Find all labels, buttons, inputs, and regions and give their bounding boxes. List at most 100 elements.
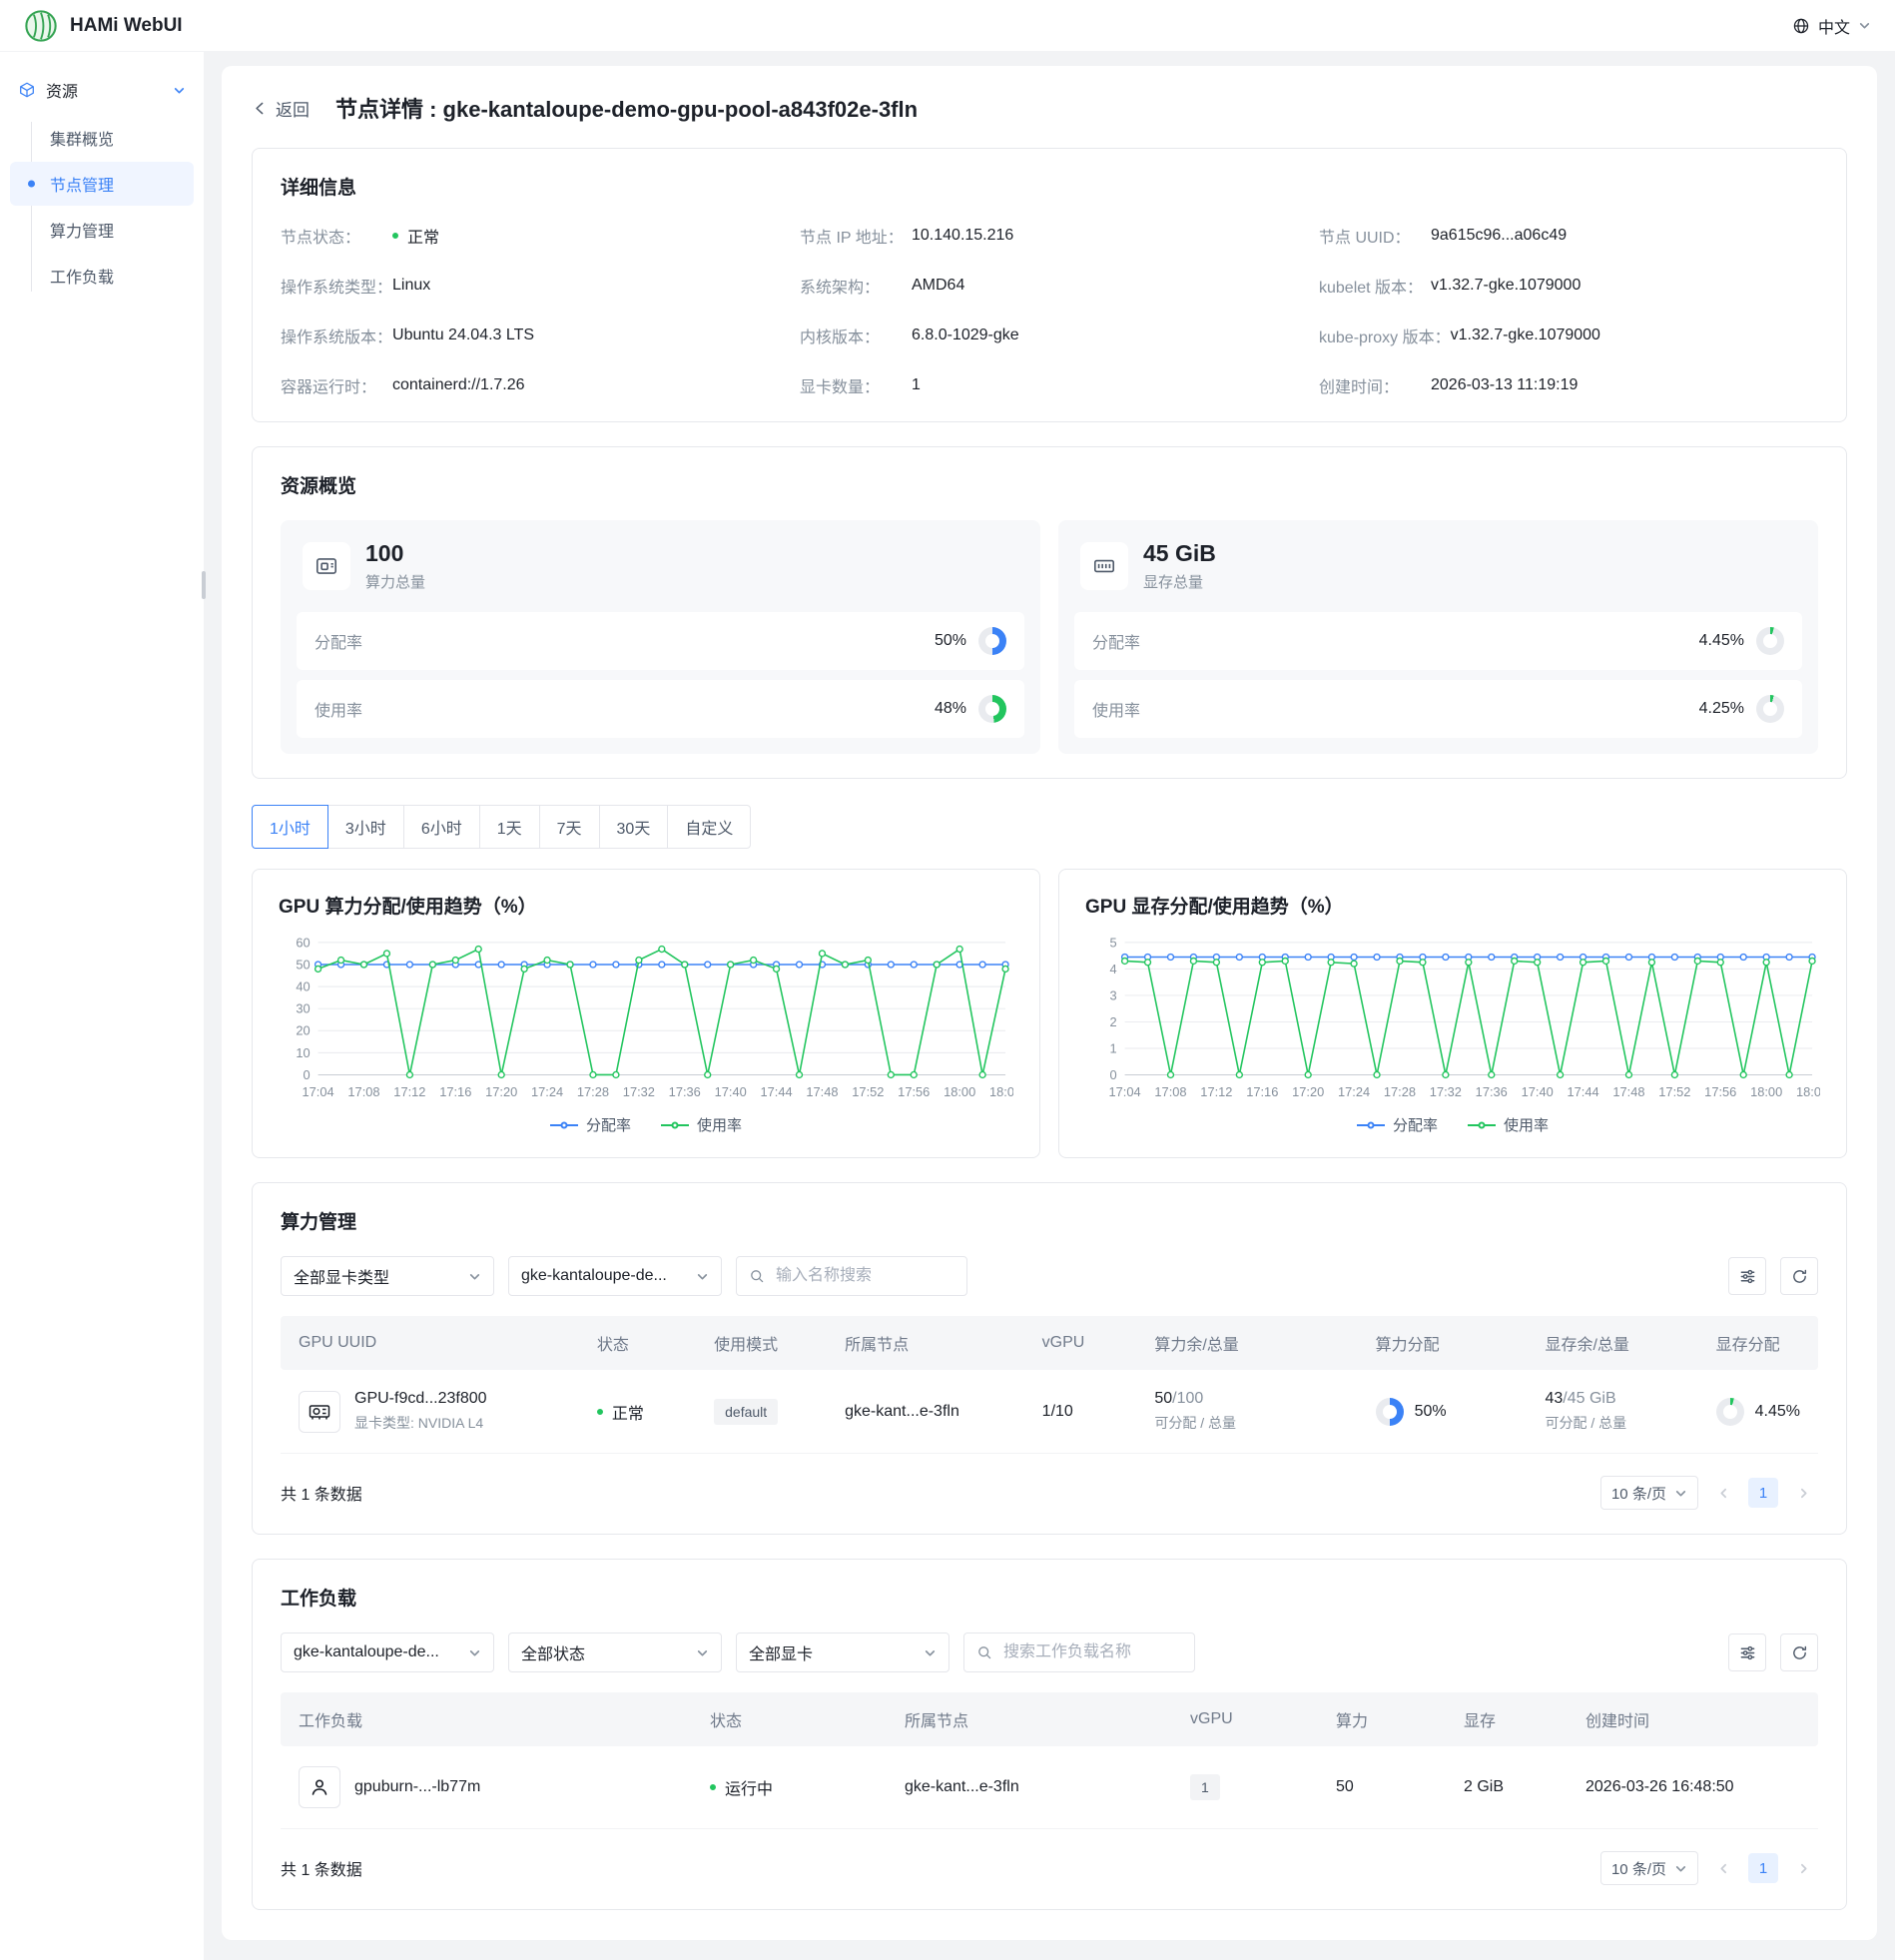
gpu-type-select[interactable]: 全部显卡类型 bbox=[281, 1256, 494, 1296]
legend-usage[interactable]: 使用率 bbox=[661, 1114, 742, 1135]
col-mode: 使用模式 bbox=[696, 1316, 827, 1370]
refresh-button[interactable] bbox=[1780, 1257, 1818, 1295]
prev-page-button[interactable] bbox=[1708, 1478, 1738, 1508]
page-size-select[interactable]: 10 条/页 bbox=[1600, 1476, 1698, 1510]
page-title: 节点详情 : gke-kantaloupe-demo-gpu-pool-a843… bbox=[335, 92, 918, 124]
workload-name-link[interactable]: gpuburn-...-lb77m bbox=[354, 1778, 480, 1796]
field-kubelet-version: kubelet 版本： v1.32.7-gke.1079000 bbox=[1319, 274, 1818, 298]
status-text: 正常 bbox=[407, 224, 439, 248]
gpu-node-cell: gke-kant...e-3fln bbox=[827, 1370, 1024, 1454]
page-size-select[interactable]: 10 条/页 bbox=[1600, 1851, 1698, 1885]
gpu-type-sub: 显卡类型: NVIDIA L4 bbox=[354, 1413, 487, 1433]
compute-trend-chart-card: GPU 算力分配/使用趋势（%） 010203040506017:0417:08… bbox=[252, 869, 1040, 1158]
compute-total-card: 100 算力总量 分配率 50% 使用率 bbox=[281, 520, 1040, 754]
workload-status-select[interactable]: 全部状态 bbox=[508, 1633, 722, 1672]
legend-allocation[interactable]: 分配率 bbox=[550, 1114, 631, 1135]
chevron-down-icon bbox=[1674, 1862, 1687, 1875]
svg-text:17:08: 17:08 bbox=[347, 1084, 379, 1099]
tab-1d[interactable]: 1天 bbox=[479, 805, 540, 849]
svg-text:17:40: 17:40 bbox=[715, 1084, 747, 1099]
prev-page-button[interactable] bbox=[1708, 1853, 1738, 1883]
svg-text:17:16: 17:16 bbox=[1246, 1084, 1278, 1099]
svg-text:60: 60 bbox=[296, 935, 310, 950]
legend-usage[interactable]: 使用率 bbox=[1468, 1114, 1549, 1135]
sidebar-item-cluster-overview[interactable]: 集群概览 bbox=[10, 116, 194, 160]
back-button[interactable]: 返回 bbox=[252, 96, 310, 121]
chevron-down-icon bbox=[696, 1646, 709, 1659]
workload-node-select[interactable]: gke-kantaloupe-de... bbox=[281, 1633, 494, 1672]
tab-3h[interactable]: 3小时 bbox=[327, 805, 404, 849]
col-mem-free-total: 显存余/总量 bbox=[1527, 1316, 1697, 1370]
globe-icon bbox=[1792, 17, 1810, 35]
col-workload: 工作负载 bbox=[281, 1692, 692, 1746]
col-mem-alloc: 显存分配 bbox=[1698, 1316, 1818, 1370]
refresh-button[interactable] bbox=[1780, 1633, 1818, 1671]
field-node-ip: 节点 IP 地址： 10.140.15.216 bbox=[800, 224, 1299, 248]
column-settings-button[interactable] bbox=[1728, 1633, 1766, 1671]
column-settings-button[interactable] bbox=[1728, 1257, 1766, 1295]
chevron-left-icon bbox=[1717, 1862, 1730, 1875]
svg-text:17:32: 17:32 bbox=[623, 1084, 655, 1099]
svg-text:2: 2 bbox=[1110, 1014, 1117, 1029]
gpu-uuid-cell: GPU-f9cd...23f800 显卡类型: NVIDIA L4 bbox=[281, 1370, 579, 1454]
chart-legend: 分配率 使用率 bbox=[279, 1114, 1013, 1135]
col-created: 创建时间 bbox=[1568, 1692, 1818, 1746]
legend-allocation[interactable]: 分配率 bbox=[1357, 1114, 1438, 1135]
status-ok-icon bbox=[392, 233, 398, 239]
gpu-core-alloc-cell: 50% bbox=[1358, 1370, 1528, 1454]
sidebar-group-resources[interactable]: 资源 bbox=[0, 68, 204, 112]
memory-total-value: 45 GiB bbox=[1143, 540, 1216, 567]
tab-7d[interactable]: 7天 bbox=[539, 805, 600, 849]
svg-text:18:04: 18:04 bbox=[989, 1084, 1013, 1099]
svg-text:17:48: 17:48 bbox=[806, 1084, 838, 1099]
memory-trend-chart-title: GPU 显存分配/使用趋势（%） bbox=[1085, 892, 1820, 919]
svg-text:18:00: 18:00 bbox=[944, 1084, 975, 1099]
workload-created-cell: 2026-03-26 16:48:50 bbox=[1568, 1746, 1818, 1829]
svg-text:17:28: 17:28 bbox=[1384, 1084, 1416, 1099]
workload-search-input[interactable] bbox=[1001, 1642, 1182, 1662]
tab-30d[interactable]: 30天 bbox=[599, 805, 669, 849]
svg-text:10: 10 bbox=[296, 1045, 310, 1060]
tab-custom[interactable]: 自定义 bbox=[667, 805, 751, 849]
sidebar-resize-handle[interactable] bbox=[202, 571, 206, 599]
language-selector[interactable]: 中文 bbox=[1792, 14, 1871, 38]
tab-6h[interactable]: 6小时 bbox=[403, 805, 480, 849]
memory-total-label: 显存总量 bbox=[1143, 571, 1216, 592]
next-page-button[interactable] bbox=[1788, 1478, 1818, 1508]
svg-text:18:00: 18:00 bbox=[1750, 1084, 1782, 1099]
col-node: 所属节点 bbox=[827, 1316, 1024, 1370]
col-vgpu: vGPU bbox=[1172, 1692, 1318, 1746]
col-status: 状态 bbox=[692, 1692, 887, 1746]
gpu-status-cell: 正常 bbox=[579, 1370, 696, 1454]
tab-1h[interactable]: 1小时 bbox=[252, 805, 328, 849]
svg-text:3: 3 bbox=[1110, 987, 1117, 1002]
field-kube-proxy-version: kube-proxy 版本： v1.32.7-gke.1079000 bbox=[1319, 324, 1818, 347]
page-number[interactable]: 1 bbox=[1748, 1853, 1778, 1883]
svg-text:30: 30 bbox=[296, 1001, 310, 1016]
workload-status-cell: 运行中 bbox=[692, 1746, 887, 1829]
workload-gpu-select[interactable]: 全部显卡 bbox=[736, 1633, 949, 1672]
workload-table-row[interactable]: gpuburn-...-lb77m 运行中 gke-kant...e-3fln bbox=[281, 1746, 1818, 1829]
gpu-table-row[interactable]: GPU-f9cd...23f800 显卡类型: NVIDIA L4 正常 bbox=[281, 1370, 1818, 1454]
svg-text:4: 4 bbox=[1110, 962, 1117, 977]
next-page-button[interactable] bbox=[1788, 1853, 1818, 1883]
field-os-type: 操作系统类型： Linux bbox=[281, 274, 780, 298]
compute-management-card: 算力管理 全部显卡类型 gke-kantaloupe-de... bbox=[252, 1182, 1847, 1535]
workloads-card: 工作负载 gke-kantaloupe-de... 全部状态 全部显卡 bbox=[252, 1559, 1847, 1910]
sidebar-item-workloads[interactable]: 工作负载 bbox=[10, 254, 194, 298]
gpu-search-input[interactable] bbox=[774, 1266, 954, 1286]
node-select[interactable]: gke-kantaloupe-de... bbox=[508, 1256, 722, 1296]
page-number[interactable]: 1 bbox=[1748, 1478, 1778, 1508]
col-status: 状态 bbox=[579, 1316, 696, 1370]
svg-text:17:36: 17:36 bbox=[1476, 1084, 1508, 1099]
legend-marker-icon bbox=[550, 1119, 578, 1131]
workload-name-cell: gpuburn-...-lb77m bbox=[281, 1746, 692, 1829]
svg-text:17:08: 17:08 bbox=[1154, 1084, 1186, 1099]
sidebar-item-node-management[interactable]: 节点管理 bbox=[10, 162, 194, 206]
svg-text:17:20: 17:20 bbox=[1292, 1084, 1324, 1099]
gpu-search-box bbox=[736, 1256, 967, 1296]
refresh-icon bbox=[1791, 1268, 1808, 1285]
gpu-core-cell: 50/100 可分配 / 总量 bbox=[1136, 1370, 1357, 1454]
svg-text:17:56: 17:56 bbox=[1704, 1084, 1736, 1099]
sidebar-item-compute-management[interactable]: 算力管理 bbox=[10, 208, 194, 252]
